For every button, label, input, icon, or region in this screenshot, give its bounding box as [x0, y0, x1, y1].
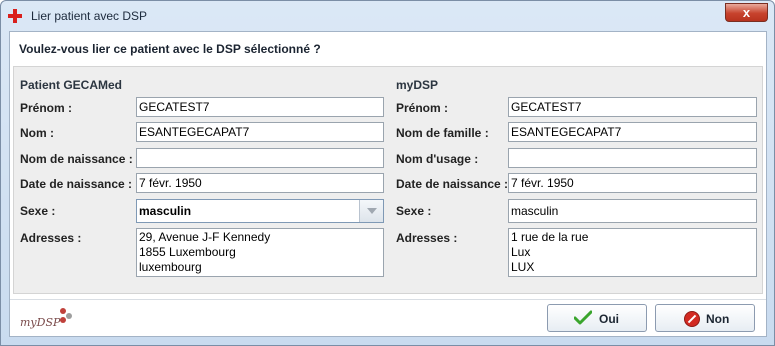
logo-dot	[66, 313, 72, 319]
address-line: 1855 Luxembourg	[139, 245, 236, 259]
dialog-window: Lier patient avec DSP x Voulez-vous lier…	[0, 0, 775, 346]
gecamed-sexe-value: masculin	[139, 204, 192, 218]
mydsp-logo: myDSP	[20, 307, 76, 331]
mydsp-birthdate-label: Date de naissance :	[396, 177, 509, 191]
gecamed-sexe-label: Sexe :	[20, 204, 56, 218]
gecamed-nom-label: Nom :	[20, 126, 54, 140]
chevron-down-icon[interactable]	[359, 200, 383, 222]
non-button[interactable]: Non	[655, 304, 755, 332]
gecamed-prenom-field[interactable]: GECATEST7	[136, 97, 384, 117]
mydsp-nom-label: Nom de famille :	[396, 126, 489, 140]
window-title: Lier patient avec DSP	[31, 9, 148, 23]
mydsp-sexe-label: Sexe :	[396, 204, 432, 218]
mydsp-birthdate-field[interactable]: 7 févr. 1950	[508, 173, 757, 193]
mydsp-adresses-label: Adresses :	[396, 231, 458, 245]
oui-button[interactable]: Oui	[547, 304, 647, 332]
gecamed-birth-name-field[interactable]	[136, 148, 384, 168]
non-button-label: Non	[706, 312, 730, 326]
gecamed-adresses-label: Adresses :	[20, 231, 82, 245]
address-line: LUX	[511, 260, 535, 274]
footer-divider	[10, 299, 766, 300]
comparison-panel: Patient GECAMed Prénom : GECATEST7 Nom :…	[13, 66, 763, 294]
gecamed-prenom-label: Prénom :	[20, 101, 73, 115]
mydsp-prenom-field[interactable]: GECATEST7	[508, 97, 757, 117]
red-cross-icon	[8, 9, 22, 23]
gecamed-sexe-select[interactable]: masculin	[136, 199, 384, 223]
check-icon	[574, 310, 592, 325]
address-line: 29, Avenue J-F Kennedy	[139, 230, 271, 244]
gecamed-nom-field[interactable]: ESANTEGECAPAT7	[136, 122, 384, 142]
dialog-content: Voulez-vous lier ce patient avec le DSP …	[9, 31, 767, 337]
gecamed-birth-name-label: Nom de naissance :	[20, 152, 133, 166]
logo-dot	[60, 308, 66, 314]
no-entry-icon	[684, 311, 700, 327]
mydsp-usage-label: Nom d'usage :	[396, 152, 479, 166]
close-button[interactable]: x	[725, 3, 768, 22]
logo-dot	[60, 317, 66, 323]
mydsp-adresses-list[interactable]: 1 rue de la rue Lux LUX	[508, 228, 757, 277]
confirmation-question: Voulez-vous lier ce patient avec le DSP …	[19, 42, 321, 56]
address-line: Lux	[511, 245, 531, 259]
mydsp-section-title: myDSP	[396, 78, 439, 92]
title-bar[interactable]: Lier patient avec DSP x	[1, 1, 774, 29]
gecamed-birthdate-field[interactable]: 7 févr. 1950	[136, 173, 384, 193]
address-line: luxembourg	[139, 260, 202, 274]
oui-button-label: Oui	[599, 312, 619, 326]
mydsp-usage-field[interactable]	[508, 148, 757, 168]
gecamed-adresses-list[interactable]: 29, Avenue J-F Kennedy 1855 Luxembourg l…	[136, 228, 384, 277]
mydsp-nom-field[interactable]: ESANTEGECAPAT7	[508, 122, 757, 142]
gecamed-section-title: Patient GECAMed	[20, 78, 123, 92]
gecamed-birthdate-label: Date de naissance :	[20, 177, 133, 191]
mydsp-sexe-field[interactable]: masculin	[508, 199, 757, 223]
address-line: 1 rue de la rue	[511, 230, 589, 244]
logo-text: myDSP	[20, 316, 61, 329]
mydsp-prenom-label: Prénom :	[396, 101, 449, 115]
